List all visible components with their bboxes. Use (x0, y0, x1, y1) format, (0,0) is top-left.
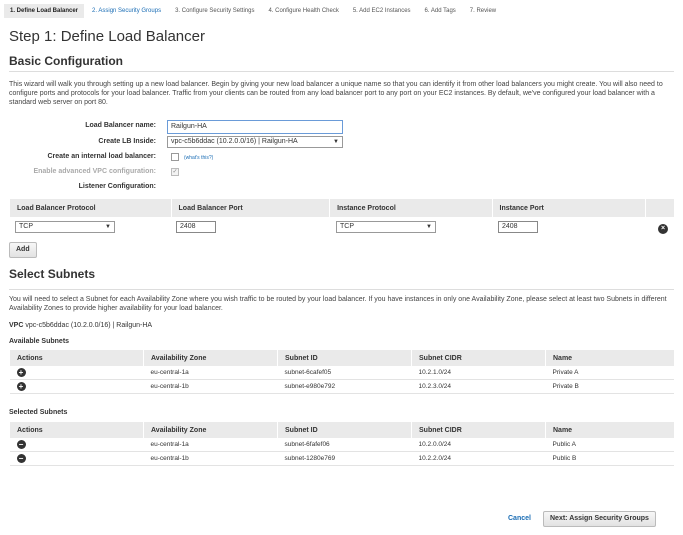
subnet-id: subnet-6fafef06 (277, 438, 412, 452)
remove-listener-icon[interactable]: × (658, 224, 668, 234)
add-listener-button[interactable]: Add (9, 242, 37, 258)
internal-lb-label: Create an internal load balancer: (47, 153, 156, 160)
lb-inside-select[interactable]: vpc-c5b6ddac (10.2.0.0/16) | Railgun-HA … (167, 136, 343, 148)
chevron-down-icon: ▼ (105, 224, 111, 230)
subnet-az: eu-central-1b (143, 451, 278, 466)
step-configure-security-settings[interactable]: 3. Configure Security Settings (169, 4, 260, 18)
col-lb-port: Load Balancer Port (170, 199, 330, 217)
select-subnets-heading: Select Subnets (9, 267, 96, 281)
instance-port-input[interactable]: 2408 (498, 221, 538, 233)
subnet-az: eu-central-1a (143, 366, 278, 380)
subnet-cidr: 10.2.0.0/24 (411, 438, 546, 452)
divider (9, 289, 674, 290)
col-subnet-id: Subnet ID (277, 422, 412, 438)
remove-subnet-icon[interactable]: − (16, 440, 26, 449)
subnet-cidr: 10.2.2.0/24 (411, 451, 546, 466)
col-availability-zone: Availability Zone (143, 422, 278, 438)
cancel-button[interactable]: Cancel (508, 515, 531, 522)
lb-inside-label: Create LB Inside: (98, 138, 156, 145)
remove-subnet-icon[interactable]: − (16, 454, 26, 463)
step-assign-security-groups[interactable]: 2. Assign Security Groups (86, 4, 167, 18)
next-assign-security-groups-button[interactable]: Next: Assign Security Groups (543, 511, 656, 527)
table-row: − eu-central-1b subnet-1280e769 10.2.2.0… (9, 451, 674, 466)
whats-this-link[interactable]: (what's this?) (184, 155, 213, 161)
subnet-name: Private B (545, 379, 674, 394)
step-add-tags[interactable]: 6. Add Tags (419, 4, 462, 18)
available-subnets-table: Actions Availability Zone Subnet ID Subn… (9, 350, 674, 394)
subnet-az: eu-central-1a (143, 438, 278, 452)
subnet-name: Public B (545, 451, 674, 466)
subnet-id: subnet-6cafef05 (277, 366, 412, 380)
lb-inside-value: vpc-c5b6ddac (10.2.0.0/16) | Railgun-HA (171, 138, 298, 145)
basic-configuration-heading: Basic Configuration (9, 54, 124, 68)
table-row: + eu-central-1b subnet-e980e792 10.2.3.0… (9, 379, 674, 394)
lb-port-value: 2408 (180, 223, 196, 230)
col-subnet-cidr: Subnet CIDR (411, 350, 546, 366)
vpc-line: VPC vpc-c5b6ddac (10.2.0.0/16) | Railgun… (9, 322, 152, 329)
lb-protocol-select[interactable]: TCP ▼ (15, 221, 115, 233)
step-review[interactable]: 7. Review (464, 4, 502, 18)
table-row: + eu-central-1a subnet-6cafef05 10.2.1.0… (9, 366, 674, 380)
col-actions: Actions (9, 422, 144, 438)
col-subnet-cidr: Subnet CIDR (411, 422, 546, 438)
available-subnets-label: Available Subnets (9, 338, 70, 345)
col-instance-port: Instance Port (491, 199, 646, 217)
col-availability-zone: Availability Zone (143, 350, 278, 366)
internal-lb-checkbox[interactable] (171, 153, 179, 161)
subnet-cidr: 10.2.3.0/24 (411, 379, 546, 394)
add-subnet-icon[interactable]: + (16, 368, 26, 377)
subnet-cidr: 10.2.1.0/24 (411, 366, 546, 380)
chevron-down-icon: ▼ (333, 139, 339, 145)
col-instance-protocol: Instance Protocol (329, 199, 493, 217)
subnet-name: Private A (545, 366, 674, 380)
vpc-value: vpc-c5b6ddac (10.2.0.0/16) | Railgun-HA (25, 322, 153, 329)
instance-protocol-select[interactable]: TCP ▼ (336, 221, 436, 233)
step-add-ec2-instances[interactable]: 5. Add EC2 Instances (347, 4, 417, 18)
col-remove (645, 199, 674, 217)
col-name: Name (545, 422, 674, 438)
col-name: Name (545, 350, 674, 366)
selected-subnets-table: Actions Availability Zone Subnet ID Subn… (9, 422, 674, 466)
instance-port-value: 2408 (502, 223, 518, 230)
add-subnet-icon[interactable]: + (16, 382, 26, 391)
basic-description: This wizard will walk you through settin… (9, 81, 663, 106)
col-subnet-id: Subnet ID (277, 350, 412, 366)
divider (9, 71, 674, 72)
page-title: Step 1: Define Load Balancer (9, 28, 205, 45)
col-lb-protocol: Load Balancer Protocol (9, 199, 172, 217)
advanced-vpc-label: Enable advanced VPC configuration: (33, 168, 156, 175)
advanced-vpc-checkbox: ✓ (171, 168, 179, 176)
selected-subnets-label: Selected Subnets (9, 409, 68, 416)
subnet-id: subnet-1280e769 (277, 451, 412, 466)
instance-protocol-value: TCP (340, 223, 354, 230)
col-actions: Actions (9, 350, 144, 366)
listener-table: Load Balancer Protocol Load Balancer Por… (9, 199, 674, 217)
lb-name-input[interactable]: Railgun-HA (167, 120, 343, 134)
subnet-az: eu-central-1b (143, 379, 278, 394)
table-row: − eu-central-1a subnet-6fafef06 10.2.0.0… (9, 438, 674, 452)
lb-port-input[interactable]: 2408 (176, 221, 216, 233)
step-configure-health-check[interactable]: 4. Configure Health Check (262, 4, 344, 18)
lb-name-label: Load Balancer name: (85, 122, 156, 129)
lb-protocol-value: TCP (19, 223, 33, 230)
vpc-prefix: VPC (9, 322, 24, 329)
listener-config-label: Listener Configuration: (78, 183, 156, 190)
chevron-down-icon: ▼ (426, 224, 432, 230)
subnet-name: Public A (545, 438, 674, 452)
wizard-steps: 1. Define Load Balancer 2. Assign Securi… (4, 4, 502, 18)
step-define-load-balancer[interactable]: 1. Define Load Balancer (4, 4, 85, 18)
subnets-description: You will need to select a Subnet for eac… (9, 296, 667, 312)
subnet-id: subnet-e980e792 (277, 379, 412, 394)
